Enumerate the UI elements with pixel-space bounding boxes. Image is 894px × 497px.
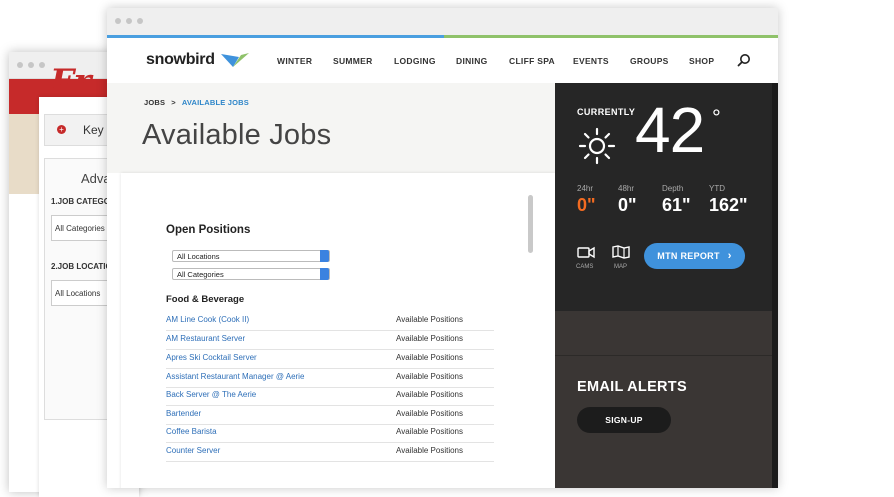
select-arrow-icon <box>320 250 329 262</box>
stat-value-depth: 61" <box>662 195 691 215</box>
stat-label-ytd: YTD <box>709 184 725 193</box>
search-icon[interactable] <box>737 53 751 67</box>
cams-label: CAMS <box>576 264 594 270</box>
section-heading-food-beverage: Food & Beverage <box>166 294 245 305</box>
job-row: Counter Server Available Positions <box>166 443 494 462</box>
breadcrumb: JOBS > AVAILABLE JOBS <box>144 98 249 107</box>
job-availability: Available Positions <box>396 334 464 343</box>
stat-label-24hr: 24hr <box>577 184 594 193</box>
site-logo[interactable]: snowbird <box>146 51 215 69</box>
mtn-report-label: MTN REPORT <box>657 251 720 261</box>
stat-label-depth: Depth <box>662 184 684 193</box>
breadcrumb-jobs[interactable]: JOBS <box>144 98 165 107</box>
category-select[interactable]: All Categories <box>172 268 330 280</box>
job-title-link[interactable]: Bartender <box>166 409 201 418</box>
job-row: AM Line Cook (Cook II) Available Positio… <box>166 312 494 331</box>
nav-groups[interactable]: GROUPS <box>630 56 669 66</box>
job-title-link[interactable]: AM Restaurant Server <box>166 334 245 343</box>
weather-sidebar: CURRENTLY 42 ° 24hr 0" 48hr 0" Depth 61"… <box>555 83 778 488</box>
sign-up-button[interactable]: SIGN-UP <box>577 407 671 433</box>
foreground-browser-window: snowbird WINTER SUMMER LODGING DINING CL… <box>107 8 778 488</box>
plus-icon: + <box>57 125 66 134</box>
stat-value-48hr: 0" <box>618 195 637 215</box>
nav-winter[interactable]: WINTER <box>277 56 312 66</box>
scrollbar-thumb[interactable] <box>528 195 533 253</box>
nav-shop[interactable]: SHOP <box>689 56 714 66</box>
job-row: Bartender Available Positions <box>166 406 494 425</box>
keyword-label: Key <box>83 123 104 137</box>
stat-label-48hr: 48hr <box>618 184 635 193</box>
job-category-label: 1.JOB CATEGO <box>51 197 110 206</box>
job-title-link[interactable]: AM Line Cook (Cook II) <box>166 315 249 324</box>
job-row: Apres Ski Cocktail Server Available Posi… <box>166 350 494 369</box>
breadcrumb-separator: > <box>171 98 176 107</box>
nav-lodging[interactable]: LODGING <box>394 56 436 66</box>
page-header: JOBS > AVAILABLE JOBS Available Jobs <box>107 83 555 173</box>
main-navigation: snowbird WINTER SUMMER LODGING DINING CL… <box>107 38 778 84</box>
stat-value-ytd: 162" <box>709 195 748 215</box>
nav-dining[interactable]: DINING <box>456 56 488 66</box>
background-map-strip <box>9 114 39 194</box>
map-icon[interactable] <box>612 245 630 259</box>
degree-symbol: ° <box>712 105 721 130</box>
select-arrow-icon <box>320 268 329 280</box>
job-title-link[interactable]: Assistant Restaurant Manager @ Aerie <box>166 372 304 381</box>
category-select-value: All Categories <box>177 270 224 279</box>
breadcrumb-current[interactable]: AVAILABLE JOBS <box>182 98 249 107</box>
snowbird-logo-mark-icon <box>221 53 249 67</box>
job-availability: Available Positions <box>396 372 464 381</box>
job-row: Coffee Barista Available Positions <box>166 424 494 443</box>
email-alerts-panel <box>555 311 778 488</box>
job-row: Assistant Restaurant Manager @ Aerie Ava… <box>166 369 494 388</box>
window-controls <box>17 62 45 68</box>
chevron-right-icon: › <box>727 250 732 262</box>
camera-icon[interactable] <box>577 245 595 259</box>
page-title: Available Jobs <box>142 119 332 151</box>
job-title-link[interactable]: Back Server @ The Aerie <box>166 390 256 399</box>
job-location-label: 2.JOB LOCATIO <box>51 262 112 271</box>
divider <box>555 355 778 356</box>
stat-value-24hr: 0" <box>577 195 596 215</box>
job-title-link[interactable]: Apres Ski Cocktail Server <box>166 353 257 362</box>
job-availability: Available Positions <box>396 353 464 362</box>
currently-label: CURRENTLY <box>577 107 636 117</box>
location-select[interactable]: All Locations <box>172 250 330 262</box>
map-label: MAP <box>614 264 628 270</box>
email-alerts-heading: EMAIL ALERTS <box>577 379 687 395</box>
job-row: AM Restaurant Server Available Positions <box>166 331 494 350</box>
nav-cliff-spa[interactable]: CLIFF SPA <box>509 56 555 66</box>
job-availability: Available Positions <box>396 315 464 324</box>
window-titlebar <box>107 8 778 35</box>
nav-summer[interactable]: SUMMER <box>333 56 373 66</box>
nav-events[interactable]: EVENTS <box>573 56 609 66</box>
background-site-logo: Fr <box>50 62 92 102</box>
sidebar-edge <box>772 83 778 488</box>
job-title-link[interactable]: Coffee Barista <box>166 427 217 436</box>
window-controls <box>115 18 143 24</box>
job-row: Back Server @ The Aerie Available Positi… <box>166 387 494 406</box>
open-positions-heading: Open Positions <box>166 224 251 236</box>
mtn-report-button[interactable]: MTN REPORT › <box>644 243 745 269</box>
location-select-value: All Locations <box>177 252 220 261</box>
job-availability: Available Positions <box>396 446 464 455</box>
job-availability: Available Positions <box>396 390 464 399</box>
job-title-link[interactable]: Counter Server <box>166 446 220 455</box>
jobs-list-panel: Open Positions All Locations All Categor… <box>121 173 555 488</box>
sunny-icon <box>578 127 616 165</box>
job-availability: Available Positions <box>396 427 464 436</box>
job-availability: Available Positions <box>396 409 464 418</box>
current-temperature: 42 <box>635 94 705 166</box>
